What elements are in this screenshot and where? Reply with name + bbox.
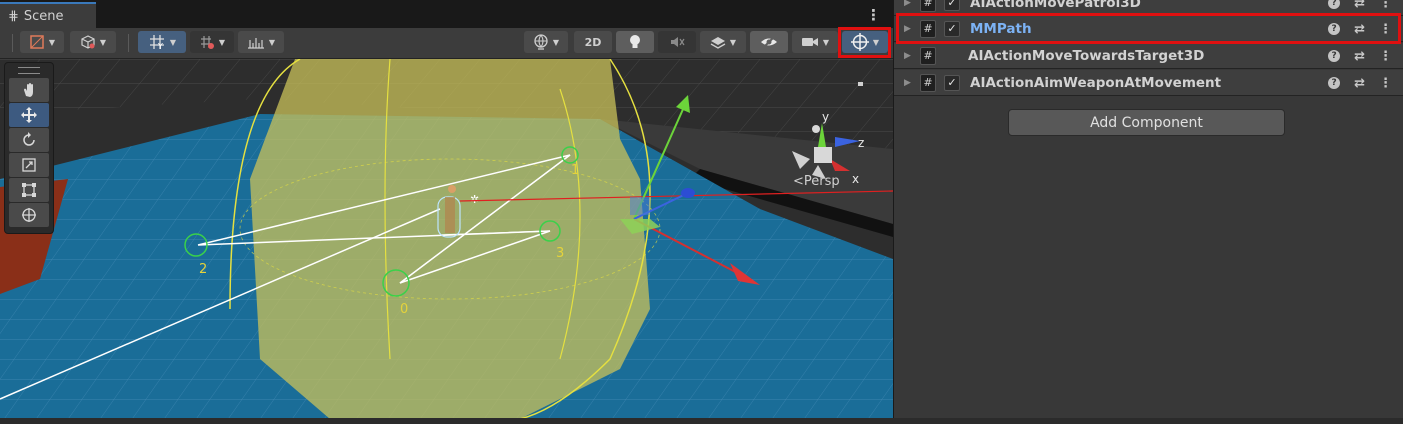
audio-mute-icon: [671, 37, 685, 47]
draw-mode-button[interactable]: ▼: [20, 31, 64, 53]
help-icon[interactable]: ?: [1328, 50, 1341, 62]
gizmo-z-cap[interactable]: [681, 188, 695, 198]
kebab-menu-icon[interactable]: ⋮: [1379, 0, 1392, 11]
component-row[interactable]: ▶ # ✓ AIActionAimWeaponAtMovement ? ⇄ ⋮: [894, 70, 1403, 96]
lock-icon[interactable]: [858, 82, 863, 86]
shading-mode-button[interactable]: ▼: [70, 31, 116, 53]
scale-tool-button[interactable]: [9, 153, 49, 177]
grid-snap-icon: Y: [149, 35, 164, 50]
script-icon: #: [920, 0, 936, 12]
persp-text: Persp: [803, 174, 840, 189]
lightbulb-icon: [630, 35, 640, 48]
scene-tab-label: Scene: [23, 8, 64, 24]
camera-settings-button[interactable]: ▼: [792, 31, 838, 53]
tools-overlay: [4, 62, 54, 234]
svg-text:Y: Y: [157, 42, 163, 50]
hand-tool-button[interactable]: [9, 78, 49, 102]
grid-snap-button[interactable]: Y ▼: [138, 31, 186, 53]
gizmos-highlight-box: [838, 27, 891, 58]
persp-arrow-icon: <: [793, 174, 804, 189]
layers-icon: [710, 37, 726, 49]
move-tool-button[interactable]: [9, 103, 49, 127]
hidden-objects-button[interactable]: [750, 31, 788, 53]
tools-grip[interactable]: [5, 63, 53, 77]
bottom-strip: [0, 418, 1403, 424]
hand-icon: [24, 83, 33, 97]
component-name: AIActionMovePatrol3D: [970, 0, 1141, 11]
mmpath-highlight-box: [896, 13, 1401, 44]
camera-icon: [801, 38, 818, 46]
gizmo-plane-handle-blue[interactable]: [630, 197, 650, 215]
rotate-icon: [23, 132, 35, 146]
script-icon: #: [920, 46, 936, 65]
character-body: [445, 197, 455, 233]
sparkle-icon: ✲: [470, 193, 479, 206]
inspector-panel: ▶ # ✓ AIActionMovePatrol3D ? ⇄ ⋮ ▶ # ✓ M…: [893, 0, 1403, 424]
globe-icon: [534, 34, 548, 50]
transform-icon: [22, 208, 36, 222]
more-options-icon[interactable]: ⋮: [866, 6, 881, 24]
enabled-checkbox-hidden: [944, 49, 958, 63]
effects-button[interactable]: ▼: [700, 31, 746, 53]
axis-label-x: x: [852, 172, 859, 186]
component-icons: ? ⇄ ⋮: [1328, 70, 1392, 96]
waypoint-3-label: 3: [556, 246, 564, 261]
rotate-tool-button[interactable]: [9, 128, 49, 152]
cube-icon: [81, 35, 95, 49]
character-head: [448, 185, 456, 193]
incremental-snap-button[interactable]: ▼: [190, 31, 234, 53]
move-icon: [21, 107, 37, 123]
component-name: AIActionAimWeaponAtMovement: [970, 74, 1222, 91]
eye-off-icon: [761, 35, 777, 49]
component-icons: ? ⇄ ⋮: [1328, 43, 1392, 69]
axis-label-z: z: [858, 136, 864, 150]
rect-tool-button[interactable]: [9, 178, 49, 202]
scene-tab-bar: ⋕ Scene ⋮: [0, 0, 893, 28]
grid-icon: ⋕: [8, 8, 19, 24]
transform-tool-button[interactable]: [9, 203, 49, 227]
presets-icon[interactable]: ⇄: [1354, 76, 1365, 91]
scene-lighting-button[interactable]: ▼: [524, 31, 568, 53]
foldout-arrow-icon[interactable]: ▶: [904, 0, 914, 8]
component-row[interactable]: ▶ # AIActionMoveTowardsTarget3D ? ⇄ ⋮: [894, 43, 1403, 69]
enabled-checkbox[interactable]: ✓: [944, 74, 960, 91]
rect-icon: [22, 183, 36, 197]
component-name: AIActionMoveTowardsTarget3D: [968, 47, 1205, 64]
waypoint-2-label: 2: [199, 262, 207, 277]
script-icon: #: [920, 73, 936, 92]
kebab-menu-icon[interactable]: ⋮: [1379, 49, 1392, 64]
audio-toggle-button[interactable]: [658, 31, 696, 53]
detection-sphere-fill: [250, 59, 650, 419]
enabled-checkbox[interactable]: ✓: [944, 0, 960, 11]
foldout-arrow-icon[interactable]: ▶: [904, 51, 914, 61]
snap-icon: [200, 36, 214, 49]
help-icon[interactable]: ?: [1328, 0, 1341, 9]
ruler-snap-button[interactable]: ▼: [238, 31, 284, 53]
persp-label[interactable]: <Persp: [793, 174, 840, 189]
presets-icon[interactable]: ⇄: [1354, 49, 1365, 64]
lighting-toggle-button[interactable]: [616, 31, 654, 53]
kebab-menu-icon[interactable]: ⋮: [1379, 76, 1392, 91]
ruler-icon: [247, 38, 264, 49]
scene-view-canvas[interactable]: 0 1 2 3 ✲ y z x: [0, 59, 893, 424]
scene-panel: ⋕ Scene ⋮ ▼ ▼ Y ▼ ▼ ▼ ▼ 2D ▼ ▼ ▼ 0 1 2 3…: [0, 0, 893, 424]
foldout-arrow-icon[interactable]: ▶: [904, 78, 914, 88]
toolbar-separator: [12, 34, 13, 52]
toolbar-separator: [128, 34, 129, 52]
scene-toolbar: ▼ ▼ Y ▼ ▼ ▼ ▼ 2D ▼ ▼ ▼: [0, 27, 893, 59]
toggle-2d-button[interactable]: 2D: [574, 31, 612, 53]
axis-label-y: y: [822, 110, 829, 124]
waypoint-0-label: 0: [400, 302, 408, 317]
waypoint-1-label: 1: [571, 163, 579, 178]
add-component-button[interactable]: Add Component: [1008, 109, 1285, 136]
presets-icon[interactable]: ⇄: [1354, 0, 1365, 11]
scene-tab[interactable]: ⋕ Scene: [0, 2, 96, 28]
draw-mode-icon: [30, 35, 44, 49]
scale-icon: [22, 158, 36, 172]
scene-viewport[interactable]: 0 1 2 3 ✲ y z x <Persp: [0, 59, 893, 424]
help-icon[interactable]: ?: [1328, 77, 1341, 89]
